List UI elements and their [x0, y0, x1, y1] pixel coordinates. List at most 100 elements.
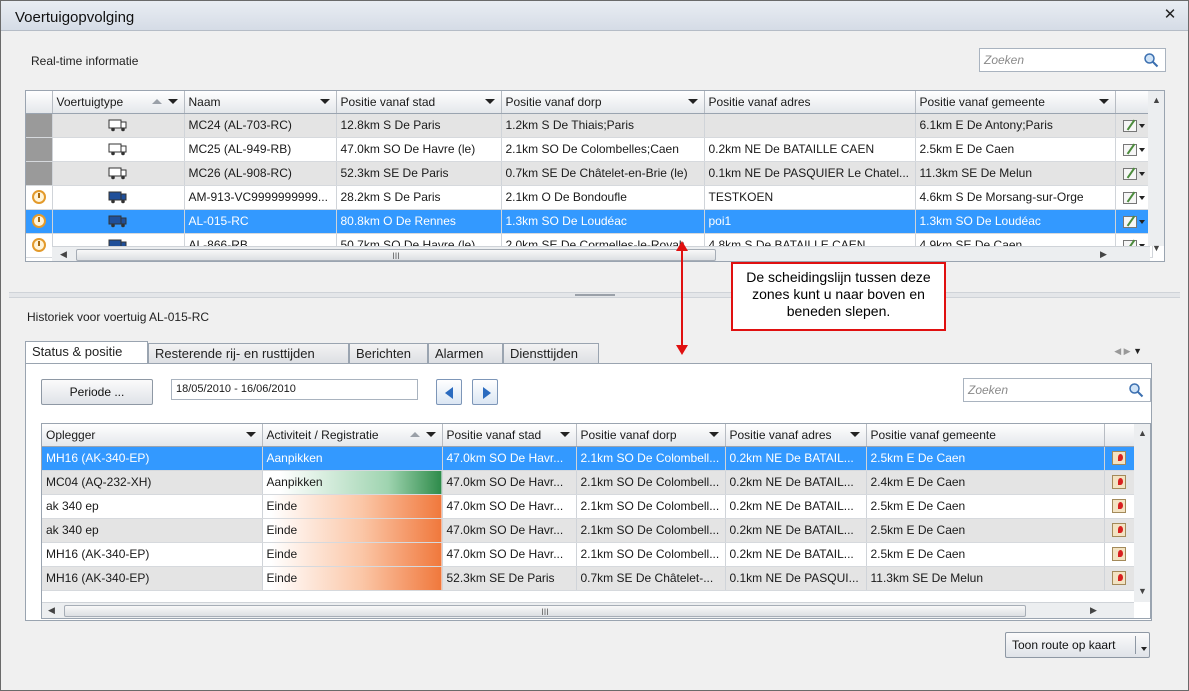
scroll-left-icon[interactable]: ◀ [60, 249, 67, 260]
scroll-down-icon[interactable]: ▼ [1138, 586, 1147, 596]
truck-icon [108, 142, 128, 156]
column-dropdown-icon[interactable] [708, 432, 719, 437]
map-pin-icon[interactable] [1112, 523, 1126, 538]
scrollbar-thumb[interactable]: III [64, 605, 1026, 617]
title-bar[interactable]: Voertuigopvolging ✕ [1, 1, 1188, 31]
splitter-hint-callout: De scheidingslijn tussen deze zones kunt… [731, 262, 946, 331]
realtime-table: Voertuigtype Naam Positie vanaf stad Pos… [26, 91, 1153, 258]
column-dropdown-icon[interactable] [849, 432, 860, 437]
map-cell[interactable] [1104, 446, 1135, 471]
history-row[interactable]: MH16 (AK-340-EP) Einde 47.0km SO De Havr..… [42, 542, 1135, 567]
map-pin-icon[interactable] [1112, 571, 1126, 586]
row-menu-dropdown-icon[interactable] [1138, 123, 1145, 128]
history-row[interactable]: MH16 (AK-340-EP) Einde 52.3km SE De Paris 0… [42, 566, 1135, 591]
edit-icon[interactable] [1122, 143, 1137, 156]
status-cell [26, 161, 53, 186]
realtime-row[interactable]: MC24 (AL-703-RC) 12.8km S De Paris 1.2km S… [26, 113, 1153, 138]
scroll-left-icon[interactable]: ◀ [48, 605, 55, 616]
column-header-adres[interactable]: Positie vanaf adres [725, 424, 867, 447]
realtime-horizontal-scrollbar[interactable]: ◀ III ▶ [52, 246, 1150, 261]
column-header-stad[interactable]: Positie vanaf stad [336, 91, 502, 114]
column-label: Activiteit / Registratie [266, 427, 379, 442]
column-dropdown-icon[interactable] [687, 99, 698, 104]
column-header-dorp[interactable]: Positie vanaf dorp [576, 424, 726, 447]
column-header-gemeente[interactable]: Positie vanaf gemeente [866, 424, 1105, 447]
column-dropdown-icon[interactable] [559, 432, 570, 437]
map-pin-icon[interactable] [1112, 451, 1126, 466]
column-dropdown-icon[interactable] [1098, 99, 1109, 104]
route-dropdown-icon[interactable] [1135, 636, 1147, 654]
show-route-on-map-button[interactable]: Toon route op kaart [1005, 632, 1150, 658]
edit-icon[interactable] [1122, 167, 1137, 180]
period-range-field[interactable]: 18/05/2010 - 16/06/2010 [171, 379, 418, 400]
history-horizontal-scrollbar[interactable]: ◀ III ▶ [42, 602, 1134, 618]
realtime-vertical-scrollbar[interactable]: ▲ ▼ [1148, 91, 1164, 253]
column-header-naam[interactable]: Naam [184, 91, 337, 114]
map-pin-icon[interactable] [1112, 499, 1126, 514]
tab-diensttijden[interactable]: Diensttijden [503, 343, 599, 364]
row-actions-cell[interactable] [1115, 113, 1153, 138]
map-pin-icon[interactable] [1112, 547, 1126, 562]
column-header-adres[interactable]: Positie vanaf adres [704, 91, 916, 114]
scroll-down-icon[interactable]: ▼ [1152, 243, 1161, 253]
row-menu-dropdown-icon[interactable] [1138, 147, 1145, 152]
column-header-oplegger[interactable]: Oplegger [42, 424, 263, 447]
map-cell[interactable] [1104, 542, 1135, 567]
column-dropdown-icon[interactable] [425, 432, 436, 437]
history-row[interactable]: MH16 (AK-340-EP) Aanpikken 47.0km SO De Ha… [42, 446, 1135, 471]
column-header-voertuigtype[interactable]: Voertuigtype [52, 91, 185, 114]
column-dropdown-icon[interactable] [167, 99, 178, 104]
previous-period-button[interactable] [436, 379, 462, 405]
column-dropdown-icon[interactable] [484, 99, 495, 104]
realtime-row[interactable]: AM-913-VC9999999999... 28.2km S De Paris 2… [26, 185, 1153, 210]
row-actions-cell[interactable] [1115, 185, 1153, 210]
history-vertical-scrollbar[interactable]: ▲ ▼ [1134, 424, 1150, 602]
column-header-stad[interactable]: Positie vanaf stad [442, 424, 577, 447]
history-row[interactable]: MC04 (AQ-232-XH) Aanpikken 47.0km SO De Ha… [42, 470, 1135, 495]
tab-alarmen[interactable]: Alarmen [428, 343, 503, 364]
realtime-search-input[interactable]: Zoeken [979, 48, 1166, 72]
edit-icon[interactable] [1122, 119, 1137, 132]
search-icon[interactable] [1143, 52, 1159, 68]
periode-button[interactable]: Periode ... [41, 379, 153, 405]
row-menu-dropdown-icon[interactable] [1138, 171, 1145, 176]
map-cell[interactable] [1104, 494, 1135, 519]
next-period-button[interactable] [472, 379, 498, 405]
tab-rij-rusttijden[interactable]: Resterende rij- en rusttijden [148, 343, 349, 364]
realtime-row[interactable]: MC26 (AL-908-RC) 52.3km SE De Paris 0.7km … [26, 161, 1153, 186]
column-header-dorp[interactable]: Positie vanaf dorp [501, 91, 705, 114]
column-dropdown-icon[interactable] [319, 99, 330, 104]
row-menu-dropdown-icon[interactable] [1138, 195, 1145, 200]
column-header-activiteit[interactable]: Activiteit / Registratie [262, 424, 443, 447]
row-menu-dropdown-icon[interactable] [1138, 219, 1145, 224]
map-cell[interactable] [1104, 566, 1135, 591]
edit-icon[interactable] [1122, 215, 1137, 228]
scroll-up-icon[interactable]: ▲ [1138, 428, 1147, 438]
map-cell[interactable] [1104, 470, 1135, 495]
column-header-gemeente[interactable]: Positie vanaf gemeente [915, 91, 1116, 114]
scroll-right-icon[interactable]: ▶ [1100, 249, 1107, 260]
history-row[interactable]: ak 340 ep Einde 47.0km SO De Havr... 2.1km … [42, 518, 1135, 543]
search-icon[interactable] [1128, 382, 1144, 398]
splitter-grip[interactable] [574, 294, 615, 296]
history-row[interactable]: ak 340 ep Einde 47.0km SO De Havr... 2.1km … [42, 494, 1135, 519]
edit-icon[interactable] [1122, 191, 1137, 204]
scrollbar-thumb[interactable]: III [76, 249, 716, 261]
tab-status-positie[interactable]: Status & positie [25, 341, 148, 365]
tab-scroll-icon[interactable]: ◀ ▶ ▼ [1114, 346, 1142, 357]
scroll-up-icon[interactable]: ▲ [1152, 95, 1161, 105]
history-search-input[interactable]: Zoeken [963, 378, 1151, 402]
row-actions-cell[interactable] [1115, 137, 1153, 162]
tab-berichten[interactable]: Berichten [349, 343, 428, 364]
row-actions-cell[interactable] [1115, 209, 1153, 234]
scroll-right-icon[interactable]: ▶ [1090, 605, 1097, 616]
pane-splitter[interactable] [9, 292, 1180, 298]
row-actions-cell[interactable] [1115, 161, 1153, 186]
column-dropdown-icon[interactable] [245, 432, 256, 437]
column-label: Positie vanaf gemeente [919, 94, 1045, 109]
realtime-row[interactable]: AL-015-RC 80.8km O De Rennes 1.3km SO De L… [26, 209, 1153, 234]
map-pin-icon[interactable] [1112, 475, 1126, 490]
map-cell[interactable] [1104, 518, 1135, 543]
close-icon[interactable]: ✕ [1162, 7, 1178, 23]
realtime-row[interactable]: MC25 (AL-949-RB) 47.0km SO De Havre (le) 2… [26, 137, 1153, 162]
